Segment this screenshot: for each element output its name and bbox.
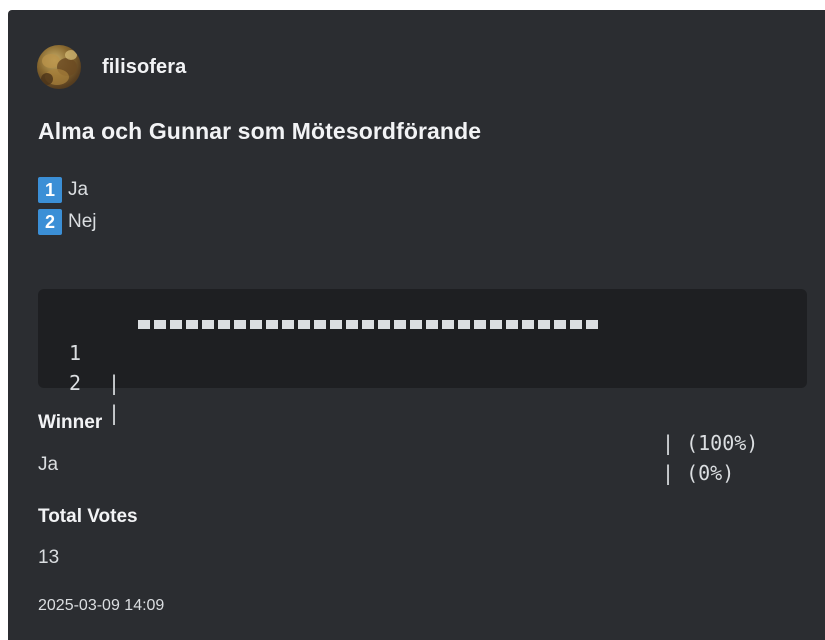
winner-label: Winner xyxy=(38,412,103,433)
result-option-number: 2 xyxy=(69,371,82,395)
result-bar-segment xyxy=(426,320,438,329)
result-bar-segment xyxy=(346,320,358,329)
result-bar-segment xyxy=(378,320,390,329)
result-bar-segment xyxy=(234,320,246,329)
poll-embed: filisofera Alma och Gunnar som Mötesordf… xyxy=(8,10,825,640)
embed-timestamp: 2025-03-09 14:09 xyxy=(38,597,165,614)
result-bar-segment xyxy=(394,320,406,329)
result-bar-segment xyxy=(490,320,502,329)
option-number-badge: 1 xyxy=(38,177,62,203)
result-row: 2 | | (0%) xyxy=(38,338,807,485)
result-bar-segment xyxy=(282,320,294,329)
result-row: 1 | | (100%) xyxy=(38,308,807,455)
result-separator: | xyxy=(108,401,121,425)
result-bar-segment xyxy=(154,320,166,329)
result-bar-segment xyxy=(458,320,470,329)
result-bar-segment xyxy=(250,320,262,329)
avatar-image-icon xyxy=(41,50,77,85)
result-bar-segment xyxy=(362,320,374,329)
result-bar-segment xyxy=(506,320,518,329)
option-number-badge: 2 xyxy=(38,209,62,235)
poll-options: 1 Ja 2 Nej xyxy=(38,174,97,238)
poll-option: 2 Nej xyxy=(38,206,97,238)
result-percent: | (0%) xyxy=(662,461,735,485)
result-percent: | (100%) xyxy=(662,431,759,455)
result-bar-segment xyxy=(586,320,598,329)
results-code-block: 1 | | (100%) 2 | | (0%) xyxy=(38,289,807,485)
result-bar-segment xyxy=(522,320,534,329)
result-bar-segment xyxy=(330,320,342,329)
winner-value: Ja xyxy=(38,454,59,475)
result-bar-segment xyxy=(442,320,454,329)
result-bar-segment xyxy=(138,320,150,329)
option-label: Nej xyxy=(68,211,97,232)
result-bar-segment xyxy=(266,320,278,329)
poll-title: Alma och Gunnar som Mötesordförande xyxy=(38,118,482,144)
result-bar-segment xyxy=(298,320,310,329)
result-bar-segment xyxy=(202,320,214,329)
total-votes-value: 13 xyxy=(38,547,60,568)
result-bar-segment xyxy=(218,320,230,329)
poll-option: 1 Ja xyxy=(38,174,97,206)
embed-author: filisofera xyxy=(37,45,186,89)
result-bar-segment xyxy=(410,320,422,329)
result-bar-segment xyxy=(570,320,582,329)
result-bar xyxy=(138,320,598,329)
result-bar-segment xyxy=(170,320,182,329)
option-label: Ja xyxy=(68,179,89,200)
author-name[interactable]: filisofera xyxy=(102,56,186,79)
total-votes-label: Total Votes xyxy=(38,506,138,527)
author-avatar[interactable] xyxy=(37,45,81,89)
result-bar-segment xyxy=(554,320,566,329)
result-bar-segment xyxy=(474,320,486,329)
result-bar-segment xyxy=(538,320,550,329)
result-bar-segment xyxy=(314,320,326,329)
result-bar-segment xyxy=(186,320,198,329)
